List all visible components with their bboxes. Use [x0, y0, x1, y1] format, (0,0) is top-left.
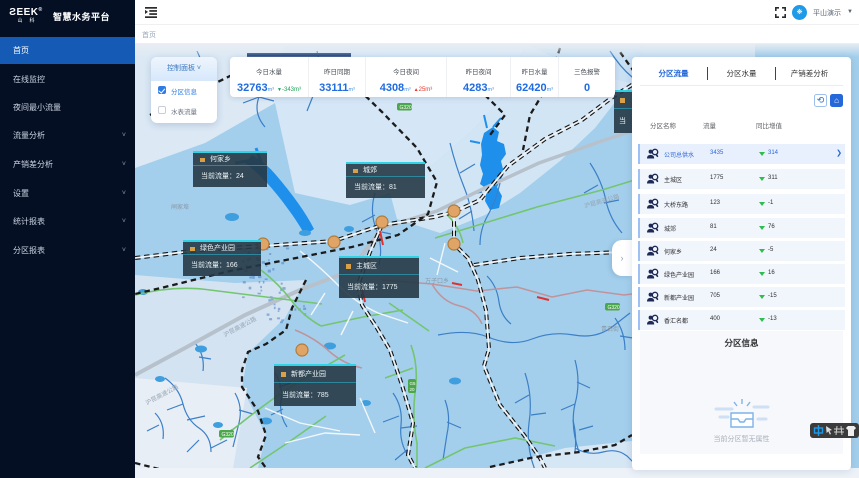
svg-text:闸家埠: 闸家埠: [171, 203, 189, 211]
svg-text:G320: G320: [400, 105, 412, 111]
svg-text:青石街: 青石街: [601, 325, 619, 333]
svg-text:20: 20: [410, 387, 416, 392]
svg-text:G320: G320: [608, 305, 620, 311]
svg-text:G5: G5: [410, 381, 417, 386]
svg-text:G320: G320: [222, 432, 234, 438]
svg-text:万子口乡: 万子口乡: [425, 278, 449, 285]
